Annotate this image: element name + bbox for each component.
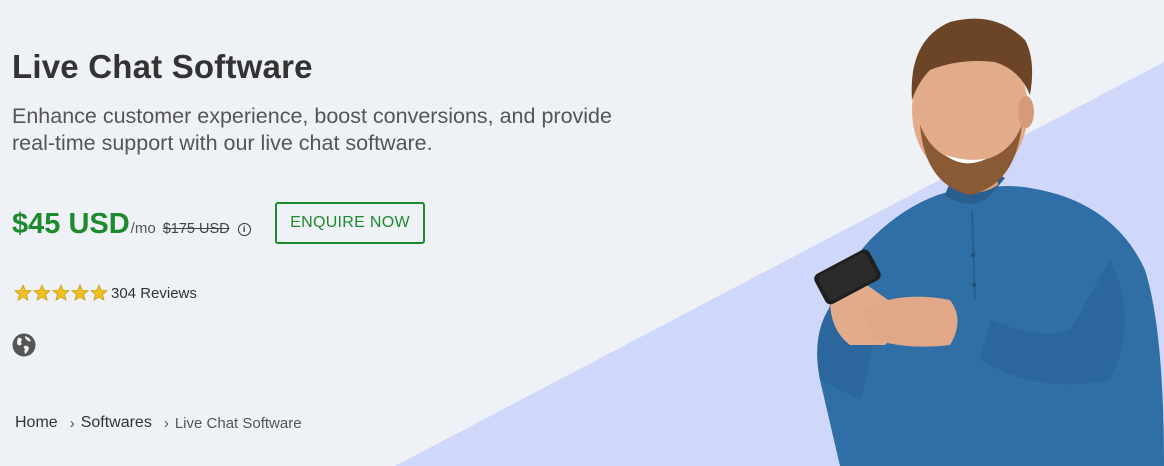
chevron-right-icon: › [163, 414, 169, 432]
chevron-right-icon: › [69, 414, 75, 432]
rating: 304 Reviews [14, 283, 197, 303]
reviews-count[interactable]: 304 Reviews [111, 285, 197, 302]
breadcrumb-home[interactable]: Home [15, 414, 58, 432]
enquire-now-button[interactable]: ENQUIRE NOW [275, 202, 425, 244]
original-price: $175 USD [162, 221, 230, 237]
breadcrumb-softwares[interactable]: Softwares [81, 414, 152, 432]
page-subtitle: Enhance customer experience, boost conve… [12, 104, 612, 155]
price-row: $45 USD /mo $175 USD i [12, 208, 251, 241]
price-period: /mo [130, 220, 156, 237]
star-icon [33, 283, 51, 301]
star-icon [52, 283, 70, 301]
breadcrumb-current: Live Chat Software [174, 414, 302, 432]
info-icon[interactable]: i [237, 223, 251, 236]
hero-person-image [814, 18, 1164, 466]
star-icon [71, 283, 89, 301]
star-icon [14, 283, 32, 301]
page-title: Live Chat Software [12, 48, 313, 85]
breadcrumb: Home › Softwares › Live Chat Software [15, 414, 302, 432]
star-icon [90, 283, 108, 301]
price: $45 USD [12, 208, 130, 240]
globe-icon[interactable] [12, 333, 36, 357]
star-rating [14, 283, 109, 303]
